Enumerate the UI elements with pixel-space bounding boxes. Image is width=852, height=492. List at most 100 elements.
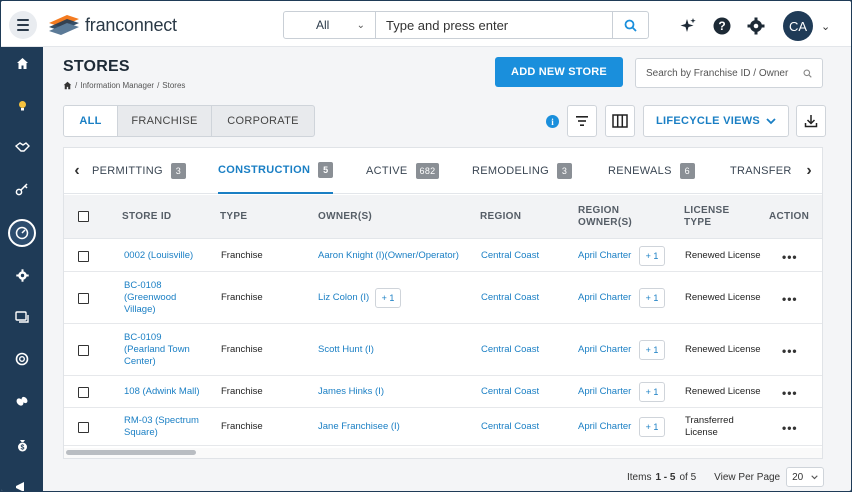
store-id-link[interactable]: BC-0109 (Pearland Town Center) xyxy=(124,332,204,368)
filter-corporate[interactable]: CORPORATE xyxy=(212,106,314,136)
top-bar: franconnect All ⌄ ? CA ⌄ xyxy=(1,1,851,47)
row-actions-button[interactable]: ••• xyxy=(782,292,798,306)
tab-renewals[interactable]: RENEWALS 6 xyxy=(608,148,695,194)
pagination: Items 1 - 5 of 5 View Per Page 20 xyxy=(627,467,825,487)
handshake-icon xyxy=(14,141,30,152)
column-header[interactable]: TYPE xyxy=(220,211,247,223)
column-header[interactable]: OWNER(S) xyxy=(318,211,372,223)
region-link[interactable]: Central Coast xyxy=(481,250,539,262)
row-checkbox[interactable] xyxy=(78,387,89,398)
lifecycle-tabs: ‹ PERMITTING 3 CONSTRUCTION 5 ACTIVE 682… xyxy=(64,148,822,194)
search-scope-select[interactable]: All ⌄ xyxy=(284,12,376,38)
sidebar-item-settings[interactable] xyxy=(1,263,43,287)
tab-permitting[interactable]: PERMITTING 3 xyxy=(92,148,186,194)
items-label: Items xyxy=(627,471,652,483)
filter-all[interactable]: ALL xyxy=(64,106,118,136)
region-owner-link[interactable]: April Charter xyxy=(578,292,631,304)
store-search-input[interactable]: Search by Franchise ID / Owner xyxy=(635,58,823,88)
sidebar-item-messages[interactable] xyxy=(1,305,43,329)
owner-link[interactable]: Liz Colon (I) xyxy=(318,292,369,304)
column-header: ACTION xyxy=(769,211,810,222)
column-header[interactable]: STORE ID xyxy=(122,211,171,223)
hamburger-menu-icon[interactable] xyxy=(9,11,37,39)
owner-link[interactable]: James Hinks (I) xyxy=(318,386,384,398)
sidebar-item-access[interactable] xyxy=(1,177,43,201)
select-all-checkbox[interactable] xyxy=(78,211,89,222)
region-owner-link[interactable]: April Charter xyxy=(578,344,631,356)
items-range: 1 - 5 xyxy=(655,471,676,483)
sidebar-item-ideas[interactable] xyxy=(1,93,43,117)
row-checkbox[interactable] xyxy=(78,422,89,433)
franconnect-logo-icon xyxy=(47,13,81,37)
breadcrumb: / Information Manager / Stores xyxy=(63,81,185,90)
store-id-link[interactable]: BC-0108 (Greenwood Village) xyxy=(124,280,204,316)
owner-link[interactable]: Jane Franchisee (I) xyxy=(318,421,400,433)
sidebar-item-dashboard[interactable] xyxy=(1,219,43,247)
more-owners-button[interactable]: + 1 xyxy=(375,288,401,308)
row-checkbox[interactable] xyxy=(78,345,89,356)
region-link[interactable]: Central Coast xyxy=(481,386,539,398)
region-owner-link[interactable]: April Charter xyxy=(578,421,631,433)
breadcrumb-item[interactable]: Information Manager xyxy=(80,81,154,90)
chevron-right-icon[interactable]: › xyxy=(796,148,822,194)
filter-button[interactable] xyxy=(567,105,597,137)
row-actions-button[interactable]: ••• xyxy=(782,386,798,400)
license-type: Renewed License xyxy=(685,250,761,261)
download-button[interactable] xyxy=(796,105,826,137)
store-id-link[interactable]: 108 (Adwink Mall) xyxy=(124,386,200,398)
store-id-link[interactable]: RM-03 (Spectrum Square) xyxy=(124,415,208,439)
horizontal-scrollbar[interactable] xyxy=(64,448,822,458)
tab-remodeling[interactable]: REMODELING 3 xyxy=(472,148,572,194)
sidebar-item-marketing[interactable] xyxy=(1,475,43,491)
column-header[interactable]: LICENSE TYPE xyxy=(684,205,744,229)
region-owner-link[interactable]: April Charter xyxy=(578,250,631,262)
sidebar-item-home[interactable] xyxy=(1,51,43,75)
sparkle-icon[interactable] xyxy=(677,15,699,37)
column-header[interactable]: REGION OWNER(S) xyxy=(578,205,648,229)
tab-construction[interactable]: CONSTRUCTION 5 xyxy=(218,148,334,194)
help-icon[interactable]: ? xyxy=(711,15,733,37)
settings-gear-icon[interactable] xyxy=(745,15,767,37)
more-region-owners-button[interactable]: + 1 xyxy=(639,288,665,308)
sidebar-item-partners[interactable] xyxy=(1,135,43,159)
scrollbar-thumb[interactable] xyxy=(66,450,196,455)
sidebar-item-finance[interactable]: $ xyxy=(1,433,43,457)
add-new-store-button[interactable]: ADD NEW STORE xyxy=(495,57,623,87)
region-owner-link[interactable]: April Charter xyxy=(578,386,631,398)
more-region-owners-button[interactable]: + 1 xyxy=(639,417,665,437)
sidebar-item-integrations[interactable] xyxy=(1,389,43,413)
avatar[interactable]: CA xyxy=(783,11,813,41)
items-total: of 5 xyxy=(679,471,697,483)
filter-franchise[interactable]: FRANCHISE xyxy=(118,106,212,136)
home-icon[interactable] xyxy=(63,81,72,90)
row-checkbox[interactable] xyxy=(78,293,89,304)
region-link[interactable]: Central Coast xyxy=(481,421,539,433)
tab-transfer[interactable]: TRANSFER xyxy=(730,148,792,194)
columns-button[interactable] xyxy=(605,105,635,137)
region-link[interactable]: Central Coast xyxy=(481,344,539,356)
lifecycle-views-dropdown[interactable]: LIFECYCLE VIEWS xyxy=(643,105,789,137)
more-region-owners-button[interactable]: + 1 xyxy=(639,382,665,402)
per-page-select[interactable]: 20 xyxy=(786,467,825,487)
store-id-link[interactable]: 0002 (Louisville) xyxy=(124,250,193,262)
search-input[interactable] xyxy=(376,12,612,38)
info-icon[interactable]: i xyxy=(546,115,559,128)
chevron-left-icon[interactable]: ‹ xyxy=(64,148,90,194)
row-actions-button[interactable]: ••• xyxy=(782,250,798,264)
search-button[interactable] xyxy=(612,12,648,38)
more-region-owners-button[interactable]: + 1 xyxy=(639,246,665,266)
tab-count: 5 xyxy=(318,162,334,178)
more-region-owners-button[interactable]: + 1 xyxy=(639,340,665,360)
brand-logo[interactable]: franconnect xyxy=(47,13,177,37)
row-checkbox[interactable] xyxy=(78,251,89,262)
region-link[interactable]: Central Coast xyxy=(481,292,539,304)
row-actions-button[interactable]: ••• xyxy=(782,344,798,358)
owner-link[interactable]: Scott Hunt (I) xyxy=(318,344,374,356)
sidebar-item-support[interactable] xyxy=(1,347,43,371)
owner-link[interactable]: Aaron Knight (I)(Owner/Operator) xyxy=(318,250,459,262)
store-type: Franchise xyxy=(221,250,263,261)
row-actions-button[interactable]: ••• xyxy=(782,421,798,435)
chevron-down-icon[interactable]: ⌄ xyxy=(821,20,830,33)
tab-active[interactable]: ACTIVE 682 xyxy=(366,148,440,194)
column-header[interactable]: REGION xyxy=(480,211,521,223)
